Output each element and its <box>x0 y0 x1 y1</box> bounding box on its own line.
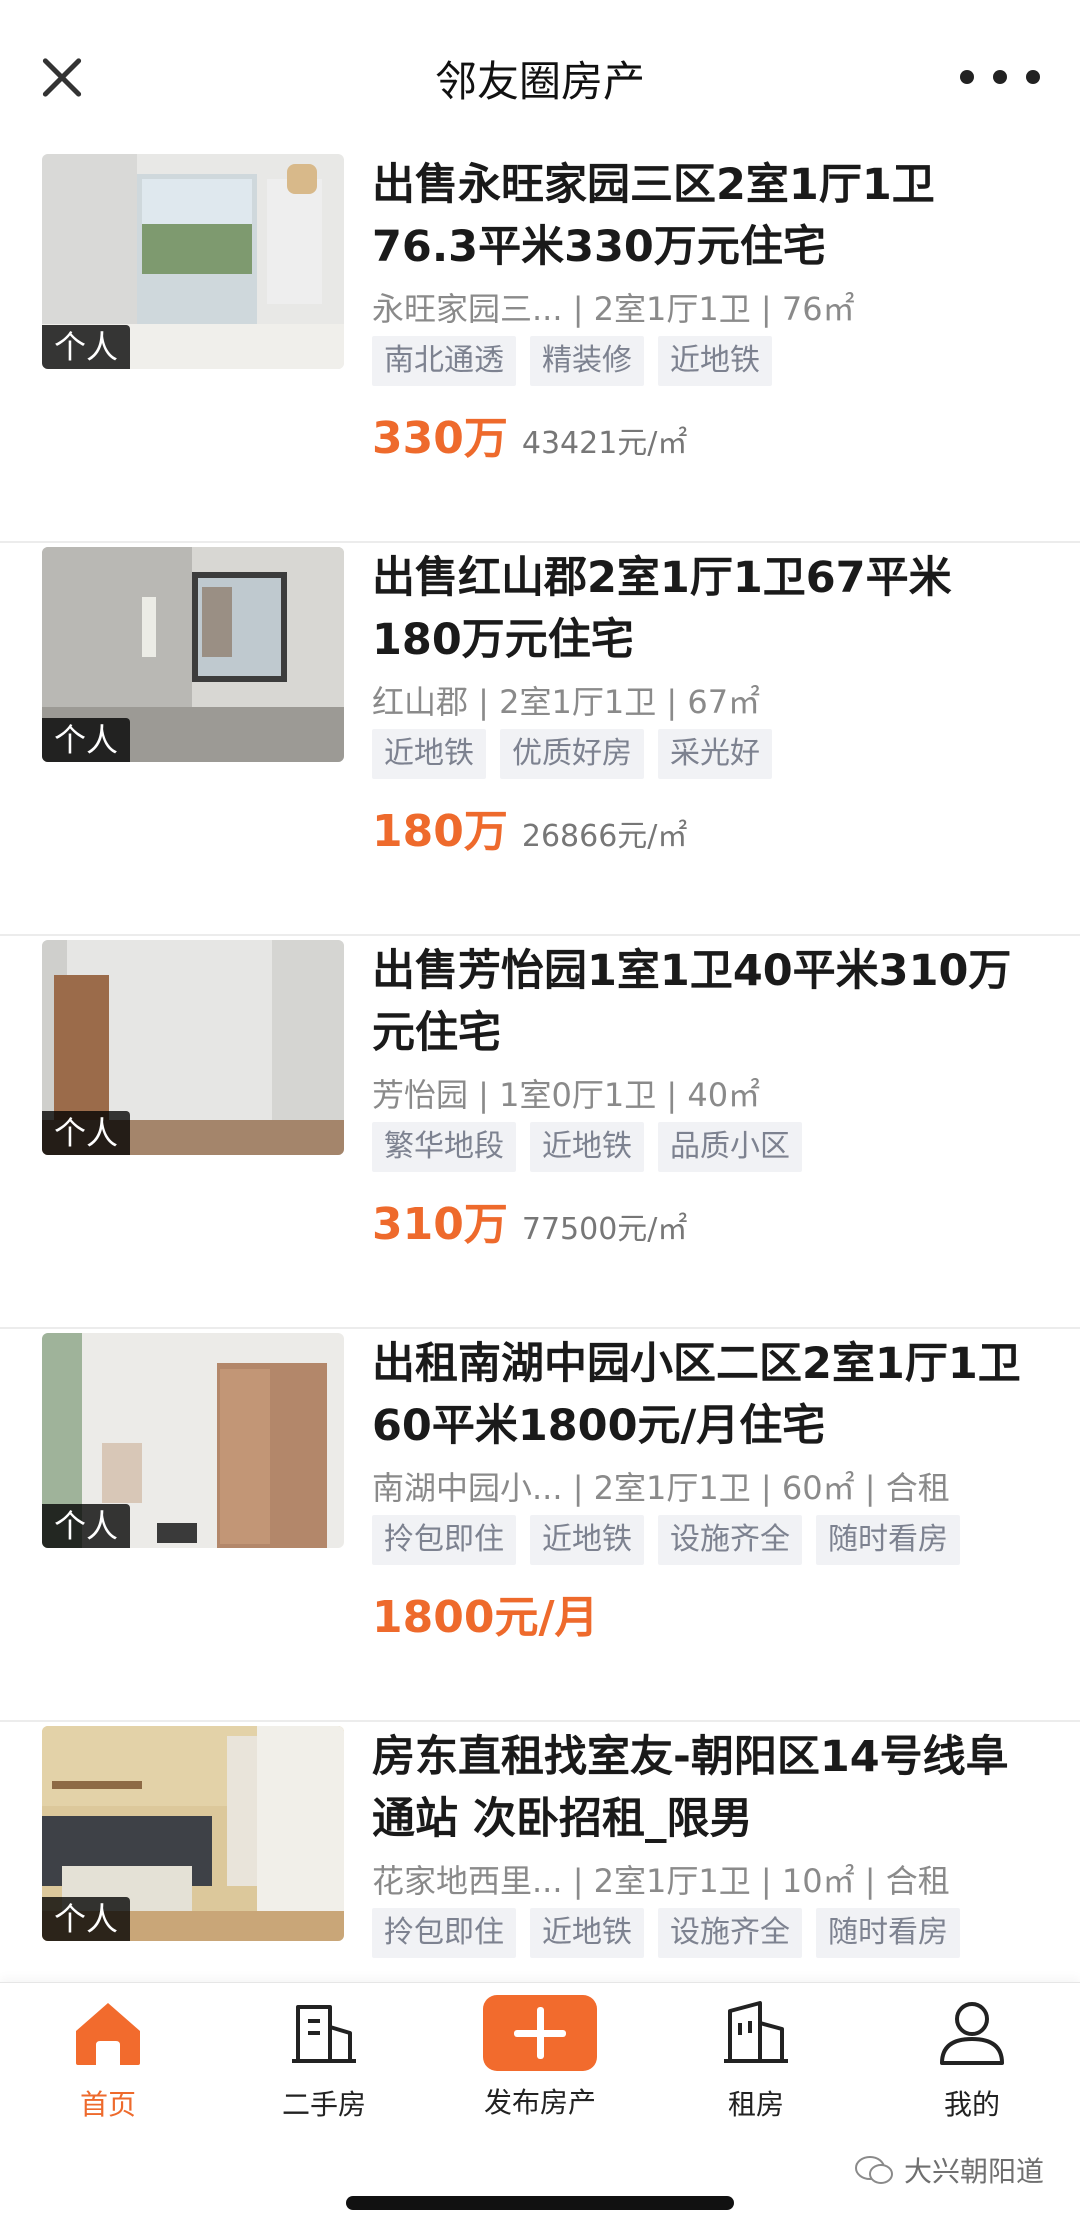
listing-price: 310万 77500元/㎡ <box>372 1188 687 1252</box>
more-options-icon[interactable] <box>960 62 1040 92</box>
listing-price: 180万 26866元/㎡ <box>372 795 687 859</box>
watermark: 大兴朝阳道 <box>854 2150 1044 2190</box>
total-price: 330万 <box>372 413 508 464</box>
unit-price: 26866元/㎡ <box>521 819 688 854</box>
listing-tags: 拎包即住 近地铁 设施齐全 随时看房 <box>372 1908 960 1958</box>
feature-tag: 随时看房 <box>816 1908 960 1958</box>
listing-photo[interactable]: 个人 <box>42 547 344 762</box>
tab-rent[interactable]: 租房 <box>648 1983 864 2132</box>
listing-photo[interactable]: 个人 <box>42 1333 344 1548</box>
bottom-tab-bar: 首页 二手房 发布房产 租房 我的 <box>0 1982 1080 2132</box>
listing-price: 1800元/月 <box>372 1581 599 1645</box>
feature-tag: 近地铁 <box>658 336 772 386</box>
listing-meta: 南湖中园小... | 2室1厅1卫 | 60㎡ | 合租 <box>372 1469 950 1507</box>
feature-tag: 拎包即住 <box>372 1908 516 1958</box>
listing-photo[interactable]: 个人 <box>42 154 344 369</box>
tab-mine[interactable]: 我的 <box>864 1983 1080 2132</box>
feature-tag: 南北通透 <box>372 336 516 386</box>
owner-type-badge: 个人 <box>42 1504 131 1548</box>
feature-tag: 采光好 <box>658 729 772 779</box>
listing-tags: 近地铁 优质好房 采光好 <box>372 729 772 779</box>
feature-tag: 近地铁 <box>530 1515 644 1565</box>
listing-item[interactable]: 个人 出租南湖中园小区二区2室1厅1卫60平米1800元/月住宅 南湖中园小..… <box>0 1329 1080 1722</box>
feature-tag: 设施齐全 <box>658 1515 802 1565</box>
watermark-text: 大兴朝阳道 <box>903 2155 1044 2188</box>
tab-publish[interactable]: 发布房产 <box>432 1983 648 2132</box>
listing-item[interactable]: 个人 房东直租找室友-朝阳区14号线阜通站 次卧招租_限男 花家地西里... |… <box>0 1722 1080 1982</box>
tab-label: 首页 <box>79 2088 136 2121</box>
feature-tag: 近地铁 <box>530 1908 644 1958</box>
listing-item[interactable]: 个人 出售芳怡园1室1卫40平米310万元住宅 芳怡园 | 1室0厅1卫 | 4… <box>0 936 1080 1329</box>
listing-feed[interactable]: 个人 出售永旺家园三区2室1厅1卫76.3平米330万元住宅 永旺家园三... … <box>0 150 1080 1982</box>
listing-title[interactable]: 出售红山郡2室1厅1卫67平米180万元住宅 <box>372 547 1032 671</box>
feature-tag: 优质好房 <box>500 729 644 779</box>
feature-tag: 近地铁 <box>372 729 486 779</box>
listing-meta: 永旺家园三... | 2室1厅1卫 | 76㎡ <box>372 290 855 328</box>
user-icon <box>936 1997 1008 2069</box>
building-icon <box>288 1997 360 2069</box>
feature-tag: 随时看房 <box>816 1515 960 1565</box>
listing-title[interactable]: 出售永旺家园三区2室1厅1卫76.3平米330万元住宅 <box>372 154 1032 278</box>
listing-photo[interactable]: 个人 <box>42 1726 344 1941</box>
bottom-strip: 大兴朝阳道 <box>0 2132 1080 2225</box>
tab-label: 发布房产 <box>483 2086 596 2119</box>
owner-type-badge: 个人 <box>42 1897 131 1941</box>
listing-tags: 繁华地段 近地铁 品质小区 <box>372 1122 802 1172</box>
owner-type-badge: 个人 <box>42 718 131 762</box>
unit-price: 77500元/㎡ <box>521 1212 688 1247</box>
tab-label: 二手房 <box>281 2088 366 2121</box>
feature-tag: 近地铁 <box>530 1122 644 1172</box>
listing-title[interactable]: 出租南湖中园小区二区2室1厅1卫60平米1800元/月住宅 <box>372 1333 1032 1457</box>
listing-title[interactable]: 出售芳怡园1室1卫40平米310万元住宅 <box>372 940 1032 1064</box>
total-price: 180万 <box>372 806 508 857</box>
home-indicator[interactable] <box>346 2196 734 2210</box>
page-title: 邻友圈房产 <box>434 57 645 106</box>
unit-price: 43421元/㎡ <box>521 426 688 461</box>
listing-price: 330万 43421元/㎡ <box>372 402 687 466</box>
listing-photo[interactable]: 个人 <box>42 940 344 1155</box>
listing-meta: 花家地西里... | 2室1厅1卫 | 10㎡ | 合租 <box>372 1862 950 1900</box>
listing-meta: 芳怡园 | 1室0厅1卫 | 40㎡ <box>372 1076 761 1114</box>
tab-label: 我的 <box>943 2088 1000 2121</box>
feature-tag: 精装修 <box>530 336 644 386</box>
feature-tag: 繁华地段 <box>372 1122 516 1172</box>
tab-home[interactable]: 首页 <box>0 1983 216 2132</box>
owner-type-badge: 个人 <box>42 1111 131 1155</box>
listing-tags: 南北通透 精装修 近地铁 <box>372 336 772 386</box>
total-price: 310万 <box>372 1199 508 1250</box>
total-price: 1800元/月 <box>372 1592 599 1643</box>
listing-item[interactable]: 个人 出售永旺家园三区2室1厅1卫76.3平米330万元住宅 永旺家园三... … <box>0 150 1080 543</box>
top-bar: 邻友圈房产 <box>0 0 1080 150</box>
feature-tag: 拎包即住 <box>372 1515 516 1565</box>
home-icon <box>72 1997 144 2069</box>
feature-tag: 设施齐全 <box>658 1908 802 1958</box>
tab-label: 租房 <box>727 2088 784 2121</box>
feature-tag: 品质小区 <box>658 1122 802 1172</box>
owner-type-badge: 个人 <box>42 325 131 369</box>
plus-icon <box>483 1995 597 2071</box>
listing-title[interactable]: 房东直租找室友-朝阳区14号线阜通站 次卧招租_限男 <box>372 1726 1032 1850</box>
wechat-icon <box>854 2156 893 2184</box>
tab-second-hand[interactable]: 二手房 <box>216 1983 432 2132</box>
listing-meta: 红山郡 | 2室1厅1卫 | 67㎡ <box>372 683 761 721</box>
rent-building-icon <box>720 1997 792 2069</box>
listing-tags: 拎包即住 近地铁 设施齐全 随时看房 <box>372 1515 960 1565</box>
listing-item[interactable]: 个人 出售红山郡2室1厅1卫67平米180万元住宅 红山郡 | 2室1厅1卫 |… <box>0 543 1080 936</box>
